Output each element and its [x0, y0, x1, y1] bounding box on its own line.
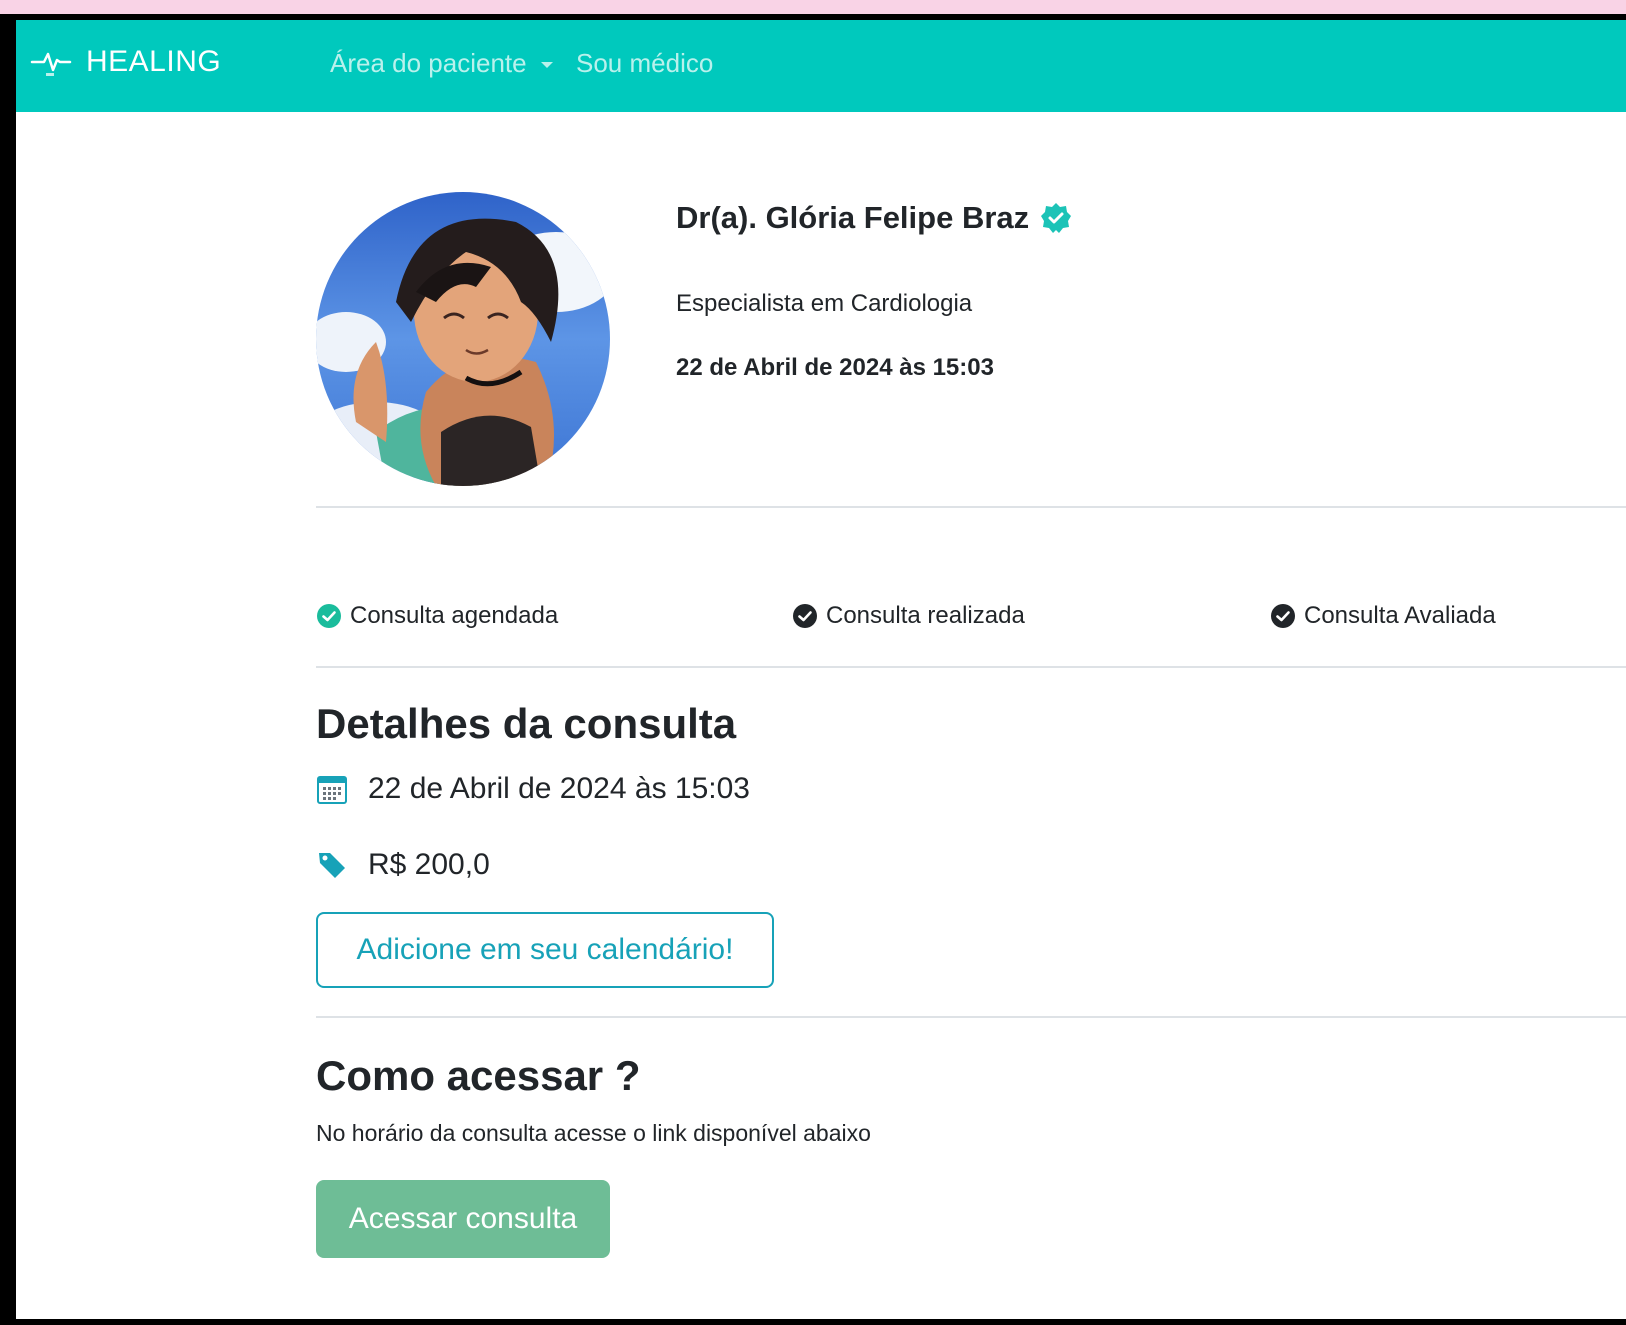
top-navbar: HEALING Área do paciente Sou médico	[16, 20, 1626, 112]
detail-price-row: R$ 200,0	[316, 848, 490, 882]
divider	[316, 666, 1626, 668]
caret-down-icon	[540, 61, 553, 68]
step-appointment-scheduled: Consulta agendada	[316, 602, 558, 630]
add-to-calendar-button[interactable]: Adicione em seu calendário!	[316, 912, 774, 988]
nav-i-am-doctor-label: Sou médico	[576, 48, 714, 78]
doctor-name-text: Dr(a). Glória Felipe Braz	[676, 200, 1030, 235]
brand-name: HEALING	[86, 45, 222, 78]
details-title: Detalhes da consulta	[316, 700, 737, 747]
screenshot-frame: HEALING Área do paciente Sou médico Dr(a…	[0, 14, 1626, 1325]
avatar-image	[316, 192, 610, 486]
check-circle-icon	[793, 604, 817, 628]
appointment-datetime: 22 de Abril de 2024 às 15:03	[676, 354, 994, 381]
verified-badge-icon	[1041, 203, 1072, 233]
step-label: Consulta agendada	[350, 602, 559, 629]
detail-date-text: 22 de Abril de 2024 às 15:03	[368, 772, 750, 805]
detail-date-row: 22 de Abril de 2024 às 15:03	[316, 772, 750, 806]
browser-viewport: HEALING Área do paciente Sou médico Dr(a…	[16, 20, 1626, 1319]
nav-patient-area-label: Área do paciente	[330, 48, 527, 78]
doctor-avatar	[316, 192, 610, 486]
check-circle-icon	[317, 604, 341, 628]
access-description: No horário da consulta acesse o link dis…	[316, 1120, 871, 1146]
divider	[316, 506, 1626, 508]
doctor-name: Dr(a). Glória Felipe Braz	[676, 200, 1073, 236]
access-title: Como acessar ?	[316, 1052, 641, 1099]
brand-logo-link[interactable]: HEALING	[30, 42, 221, 82]
step-appointment-done: Consulta realizada	[792, 602, 1025, 630]
heartbeat-icon	[30, 52, 72, 76]
detail-price-text: R$ 200,0	[368, 848, 490, 881]
calendar-icon	[317, 776, 347, 804]
step-appointment-rated: Consulta Avaliada	[1270, 602, 1496, 630]
price-tag-icon	[319, 853, 345, 878]
step-label: Consulta realizada	[826, 602, 1025, 629]
check-circle-icon	[1271, 604, 1295, 628]
nav-i-am-doctor-link[interactable]: Sou médico	[576, 48, 713, 79]
step-label: Consulta Avaliada	[1304, 602, 1496, 629]
access-appointment-button[interactable]: Acessar consulta	[316, 1180, 610, 1258]
nav-patient-area-dropdown[interactable]: Área do paciente	[330, 48, 553, 79]
divider	[316, 1016, 1626, 1018]
doctor-specialty: Especialista em Cardiologia	[676, 290, 973, 317]
